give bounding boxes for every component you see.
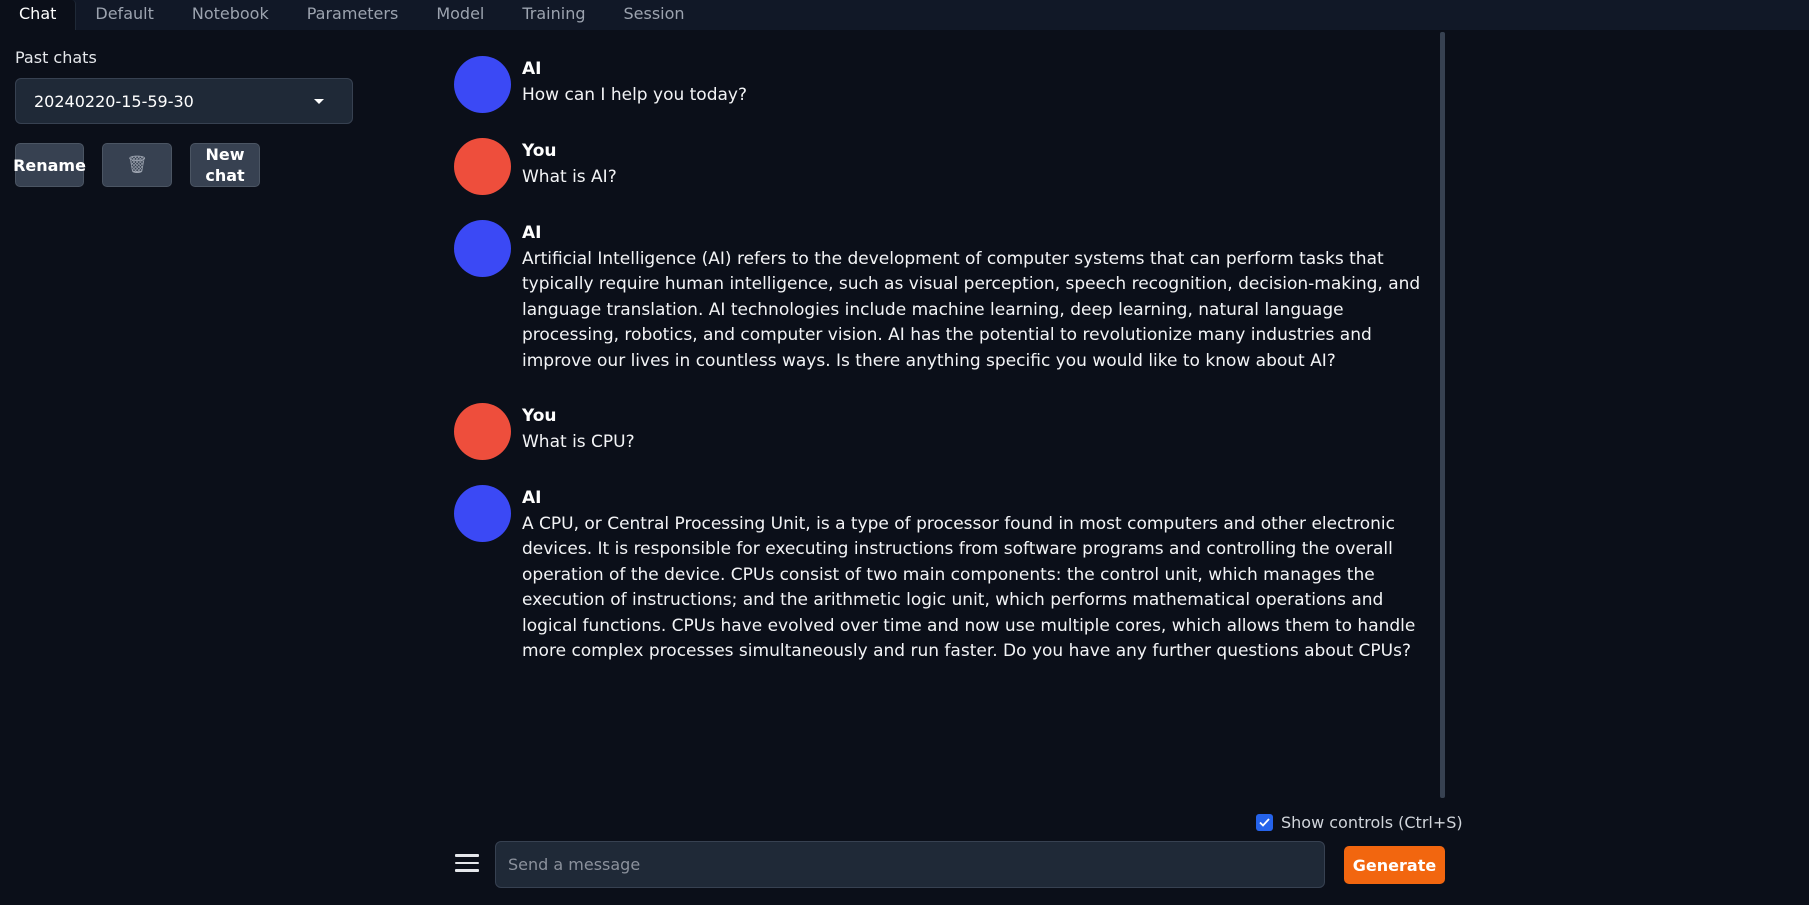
ai-avatar [454, 56, 511, 113]
trash-icon: 🗑 [126, 154, 148, 175]
message-text: What is CPU? [522, 432, 635, 452]
chat-message: AI How can I help you today? [454, 55, 1424, 137]
generate-button[interactable]: Generate [1344, 846, 1445, 884]
chat-actions: Rename 🗑 New chat [13, 143, 355, 187]
message-text: A CPU, or Central Processing Unit, is a … [522, 514, 1416, 662]
tab-notebook[interactable]: Notebook [173, 0, 288, 30]
rename-button[interactable]: Rename [13, 143, 86, 187]
past-chats-label: Past chats [15, 48, 97, 67]
show-controls-checkbox[interactable] [1256, 813, 1273, 831]
tab-default[interactable]: Default [76, 0, 172, 30]
message-sender: AI [522, 488, 542, 508]
chat-history: AI How can I help you today? You What is… [454, 55, 1424, 664]
chat-message: You What is CPU? [454, 402, 1424, 484]
show-controls-toggle[interactable]: Show controls (Ctrl+S) [1256, 812, 1463, 832]
chat-message: AI Artificial Intelligence (AI) refers t… [454, 219, 1424, 402]
chevron-down-icon [314, 98, 324, 104]
tab-session[interactable]: Session [605, 0, 704, 30]
selected-chat-value: 20240220-15-59-30 [34, 91, 194, 111]
check-icon [1259, 817, 1270, 827]
tab-bar: Chat Default Notebook Parameters Model T… [0, 0, 1809, 30]
ai-avatar [454, 485, 511, 542]
user-avatar [454, 403, 511, 460]
message-sender: AI [522, 59, 542, 79]
chat-message: AI A CPU, or Central Processing Unit, is… [454, 484, 1424, 664]
menu-icon[interactable] [455, 854, 479, 876]
user-avatar [454, 138, 511, 195]
message-sender: You [522, 141, 557, 161]
message-input[interactable] [495, 841, 1325, 888]
chat-message: You What is AI? [454, 137, 1424, 219]
new-chat-button[interactable]: New chat [190, 143, 260, 187]
tab-parameters[interactable]: Parameters [288, 0, 418, 30]
sidebar: Past chats 20240220-15-59-30 Rename 🗑 Ne… [13, 48, 355, 187]
message-text: How can I help you today? [522, 85, 748, 105]
tab-training[interactable]: Training [503, 0, 604, 30]
message-sender: You [522, 406, 557, 426]
message-sender: AI [522, 223, 542, 243]
chat-scrollbar[interactable] [1440, 32, 1445, 798]
message-text: What is AI? [522, 167, 617, 187]
delete-button[interactable]: 🗑 [102, 143, 172, 187]
past-chats-dropdown[interactable]: 20240220-15-59-30 [15, 78, 353, 124]
tab-model[interactable]: Model [417, 0, 503, 30]
ai-avatar [454, 220, 511, 277]
show-controls-label: Show controls (Ctrl+S) [1281, 812, 1463, 832]
tab-chat[interactable]: Chat [0, 0, 77, 30]
message-text: Artificial Intelligence (AI) refers to t… [522, 249, 1421, 371]
